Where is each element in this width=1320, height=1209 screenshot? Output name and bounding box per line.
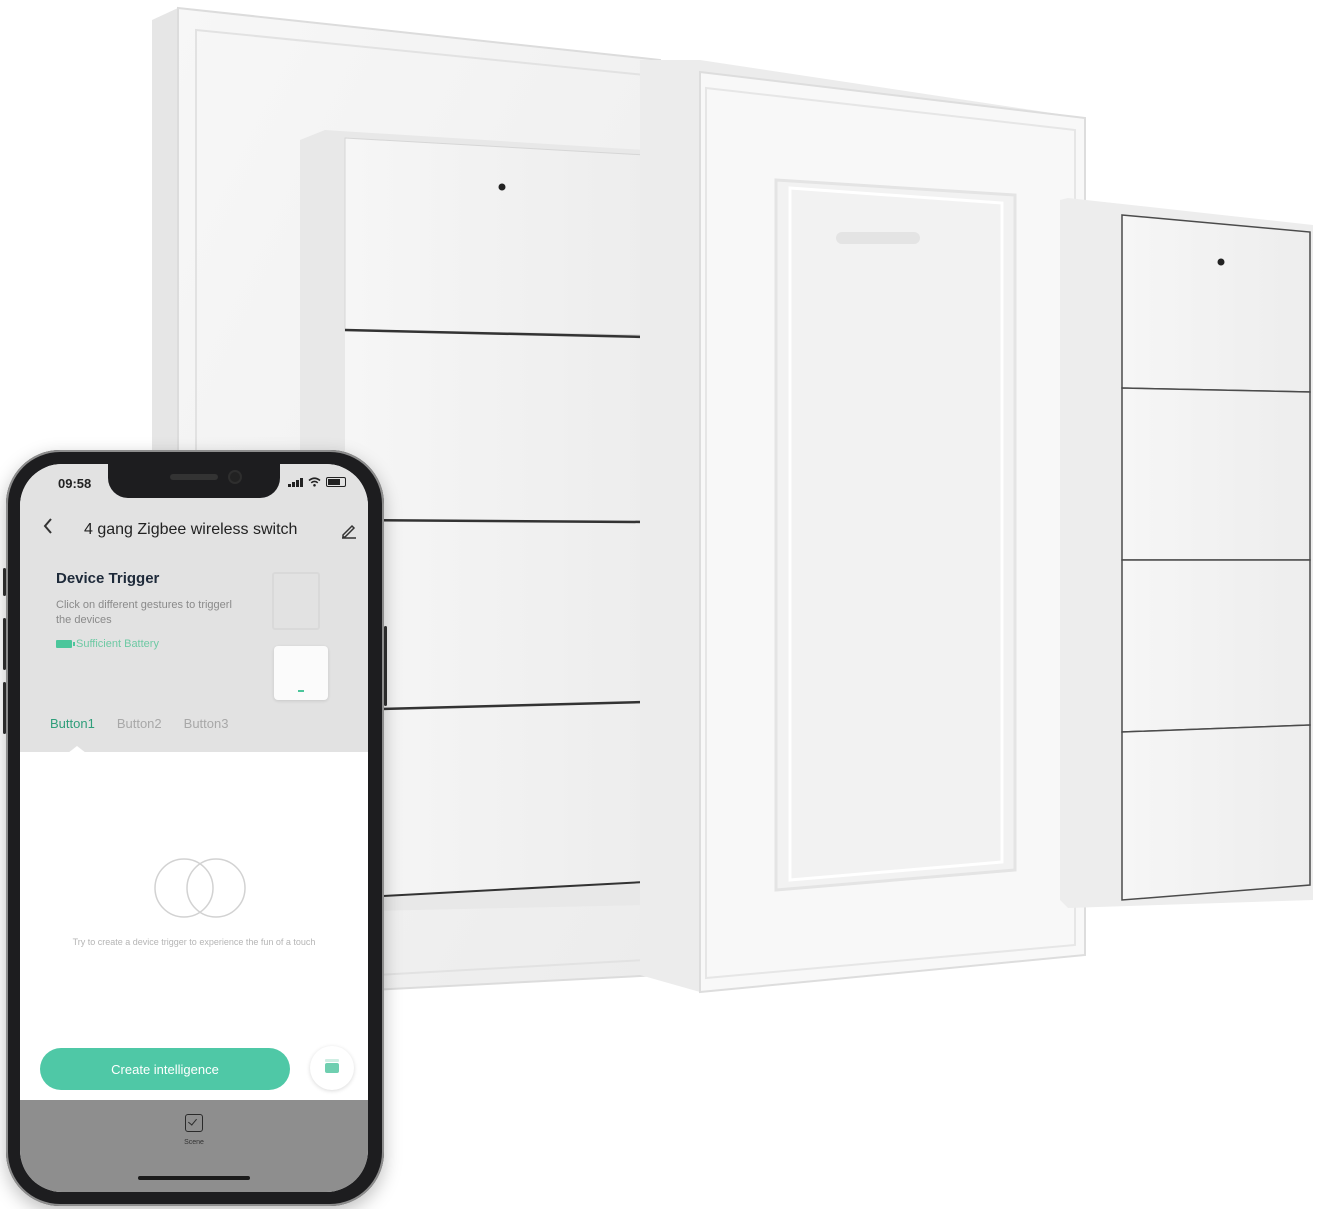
back-button[interactable] xyxy=(42,514,54,542)
page-title: 4 gang Zigbee wireless switch xyxy=(84,521,298,538)
device-action-button[interactable] xyxy=(310,1046,354,1090)
tab-button3[interactable]: Button3 xyxy=(184,716,229,731)
app-header: 4 gang Zigbee wireless switch xyxy=(20,504,368,554)
device-list-icon xyxy=(325,1059,339,1073)
device-trigger-title: Device Trigger xyxy=(56,570,160,587)
volume-up-button xyxy=(3,618,6,670)
status-time: 09:58 xyxy=(58,476,92,491)
notch xyxy=(108,464,280,498)
device-trigger-panel: Device Trigger Click on different gestur… xyxy=(20,554,368,752)
battery-icon xyxy=(326,477,346,487)
empty-state: Try to create a device trigger to experi… xyxy=(20,752,368,1082)
home-indicator[interactable] xyxy=(138,1176,250,1180)
battery-full-icon xyxy=(56,640,75,648)
speaker-grille xyxy=(170,474,218,480)
mute-switch xyxy=(3,568,6,596)
middle-base-plate xyxy=(640,60,1086,994)
pencil-icon[interactable] xyxy=(340,521,358,539)
device-trigger-description: Click on different gestures to triggerl … xyxy=(56,599,232,626)
tab-button1[interactable]: Button1 xyxy=(50,716,95,731)
tab-button2[interactable]: Button2 xyxy=(117,716,162,731)
signal-icon xyxy=(288,478,303,487)
empty-state-message: Try to create a device trigger to experi… xyxy=(72,937,316,947)
battery-status-text: Sufficient Battery xyxy=(76,638,159,650)
battery-status: Sufficient Battery xyxy=(56,638,159,650)
button-tabs: Button1 Button2 Button3 xyxy=(50,716,228,731)
power-button xyxy=(384,626,387,706)
nav-scene-label: Scene xyxy=(184,1139,204,1146)
front-camera xyxy=(230,472,240,482)
wifi-icon xyxy=(308,477,321,487)
device-image xyxy=(274,646,328,700)
checkbox-icon xyxy=(185,1114,203,1132)
volume-down-button xyxy=(3,682,6,734)
overlapping-circles-icon xyxy=(154,858,246,918)
right-switch-panel xyxy=(1060,198,1313,908)
phone-mockup: 09:58 4 gang Zigbee wireless switch Devi… xyxy=(3,450,387,1206)
nav-scene[interactable]: Scene xyxy=(170,1114,218,1146)
chevron-left-icon xyxy=(43,518,52,534)
status-icons xyxy=(288,477,346,487)
phone-screen: 09:58 4 gang Zigbee wireless switch Devi… xyxy=(20,464,368,1192)
create-intelligence-button[interactable]: Create intelligence xyxy=(40,1048,290,1090)
device-ghost-image xyxy=(272,572,320,630)
